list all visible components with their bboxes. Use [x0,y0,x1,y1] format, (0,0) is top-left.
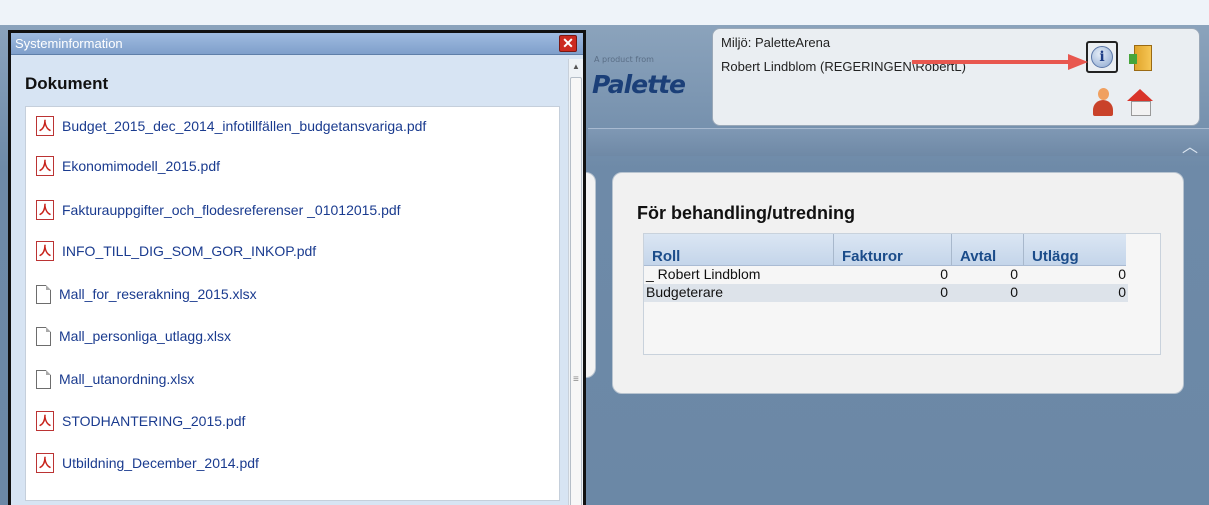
list-item[interactable]: STODHANTERING_2015.pdf [36,410,245,432]
document-link[interactable]: Mall_for_reserakning_2015.xlsx [59,286,257,302]
column-header-avtal[interactable]: Avtal [952,234,1024,265]
pdf-file-icon [36,453,54,473]
list-item[interactable]: INFO_TILL_DIG_SOM_GOR_INKOP.pdf [36,240,316,262]
list-item[interactable]: Budget_2015_dec_2014_infotillfällen_budg… [36,115,426,137]
cell-fakturor[interactable]: 0 [834,284,952,302]
table-row[interactable]: _ Robert Lindblom 0 0 0 [644,266,1128,284]
scroll-up-icon[interactable]: ▲ [572,62,580,71]
document-link[interactable]: Mall_personliga_utlagg.xlsx [59,328,231,344]
list-item[interactable]: Utbildning_December_2014.pdf [36,452,259,474]
documents-heading: Dokument [25,74,109,93]
table-row[interactable]: Budgeterare 0 0 0 [644,284,1128,302]
info-icon[interactable]: i [1086,41,1118,73]
grip-icon: ≡ [573,374,579,385]
document-link[interactable]: STODHANTERING_2015.pdf [62,413,245,429]
top-strip [0,0,1209,25]
cell-roll: Budgeterare [646,284,724,300]
document-file-icon [36,326,51,346]
person-icon[interactable] [1088,87,1118,117]
environment-label: Miljö: PaletteArena [721,35,831,50]
user-panel: Miljö: PaletteArena Robert Lindblom (REG… [712,28,1200,126]
column-header-fakturor[interactable]: Fakturor [834,234,952,265]
column-header-roll[interactable]: Roll [644,234,834,265]
document-link[interactable]: Ekonomimodell_2015.pdf [62,158,220,174]
grid-header: Roll Fakturor Avtal Utlägg [644,234,1126,266]
system-information-dialog: Systeminformation ✕ Dokument Budget_2015… [8,30,586,505]
cell-roll: _ Robert Lindblom [646,266,761,282]
pdf-file-icon [36,156,54,176]
palette-logo: A product from Palette [588,30,706,122]
pdf-file-icon [36,200,54,220]
document-list: Budget_2015_dec_2014_infotillfällen_budg… [25,106,560,501]
close-button[interactable]: ✕ [559,35,577,52]
dialog-titlebar[interactable]: Systeminformation ✕ [11,33,583,55]
panel-title: För behandling/utredning [637,203,855,223]
home-icon[interactable] [1125,87,1155,117]
chevron-up-icon[interactable]: ︿ [1182,133,1198,157]
logo-text: Palette [592,70,686,99]
cell-utlagg[interactable]: 0 [1024,284,1128,302]
cell-utlagg[interactable]: 0 [1024,266,1128,284]
document-link[interactable]: Budget_2015_dec_2014_infotillfällen_budg… [62,118,426,134]
logo-tagline: A product from [594,55,654,64]
pdf-file-icon [36,241,54,261]
list-item[interactable]: Mall_personliga_utlagg.xlsx [36,325,231,347]
cell-avtal[interactable]: 0 [952,266,1024,284]
exit-door-icon[interactable] [1128,43,1158,73]
column-header-utlagg[interactable]: Utlägg [1024,234,1126,265]
list-item[interactable]: Ekonomimodell_2015.pdf [36,155,220,177]
list-item[interactable]: Mall_for_reserakning_2015.xlsx [36,283,257,305]
document-link[interactable]: INFO_TILL_DIG_SOM_GOR_INKOP.pdf [62,243,316,259]
pdf-file-icon [36,116,54,136]
document-link[interactable]: Utbildning_December_2014.pdf [62,455,259,471]
document-file-icon [36,284,51,304]
annotation-arrow [912,54,1088,70]
scrollbar-thumb[interactable]: ≡ [570,77,582,505]
processing-panel: För behandling/utredning Roll Fakturor A… [612,172,1184,394]
processing-grid: Roll Fakturor Avtal Utlägg _ Robert Lind… [643,233,1161,355]
menu-strip [588,128,1209,156]
list-item[interactable]: Mall_utanordning.xlsx [36,368,194,390]
cell-avtal[interactable]: 0 [952,284,1024,302]
document-link[interactable]: Mall_utanordning.xlsx [59,371,194,387]
vertical-scrollbar[interactable]: ▲ ≡ [568,59,583,505]
document-file-icon [36,369,51,389]
dialog-title: Systeminformation [15,36,123,51]
list-item[interactable]: Fakturauppgifter_och_flodesreferenser _0… [36,199,401,221]
pdf-file-icon [36,411,54,431]
document-link[interactable]: Fakturauppgifter_och_flodesreferenser _0… [62,202,401,218]
cell-fakturor[interactable]: 0 [834,266,952,284]
